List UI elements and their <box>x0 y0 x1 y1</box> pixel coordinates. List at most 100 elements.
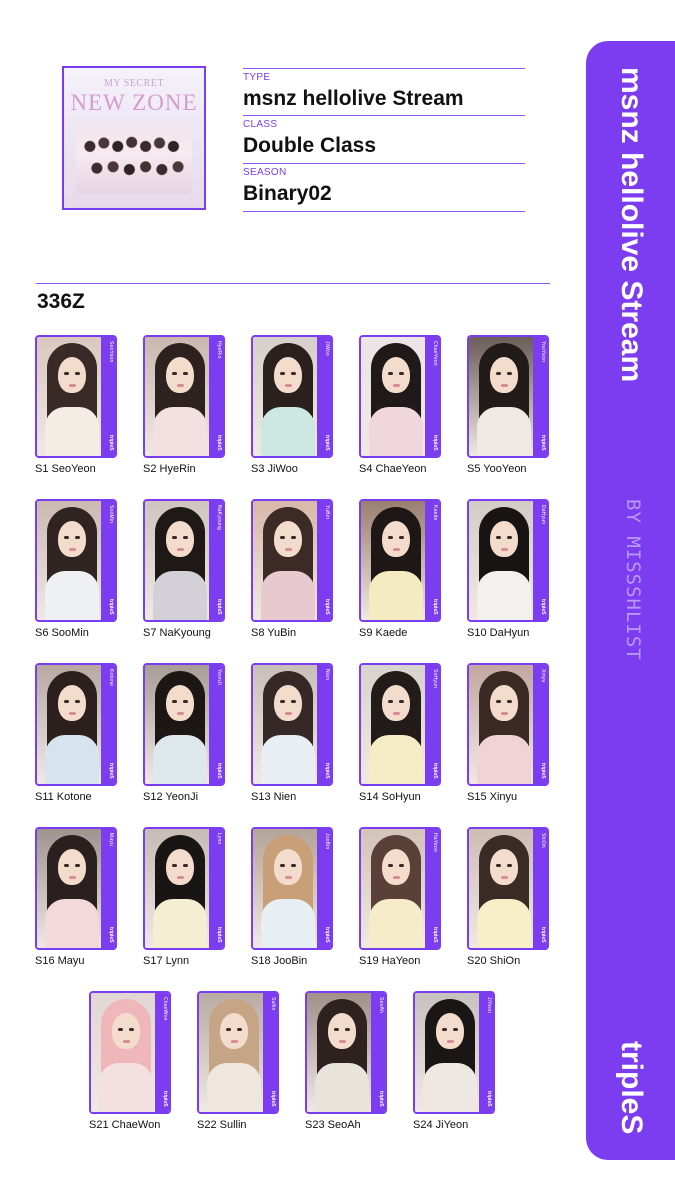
photocard: JiYeon tripleS S24 JiYeon <box>413 991 495 1132</box>
side-panel-title: msnz hellolive Stream <box>615 67 648 383</box>
photocard: ChaeWon tripleS S21 ChaeWon <box>89 991 171 1132</box>
photocard-strip-name: JooBin <box>324 833 330 850</box>
photocard-caption: S1 SeoYeon <box>35 463 96 475</box>
photo-outfit <box>423 1063 477 1112</box>
photocard-photo <box>361 829 425 948</box>
photocard-strip-name: ShiOn <box>540 833 546 848</box>
photo-eye <box>388 372 393 375</box>
photocard-frame: YooYeon tripleS <box>467 335 549 458</box>
photo-face <box>220 1013 248 1049</box>
photocard-frame: Xinyu tripleS <box>467 663 549 786</box>
photocard-photo <box>361 665 425 784</box>
season-label: SEASON <box>243 167 287 178</box>
photo-eye <box>64 864 69 867</box>
photo-eye <box>291 864 296 867</box>
photo-eye <box>75 864 80 867</box>
divider <box>243 163 525 164</box>
photo-eye <box>183 700 188 703</box>
photo-eye <box>280 700 285 703</box>
photocard: JiWoo tripleS S3 JiWoo <box>251 335 333 476</box>
photo-lip <box>501 712 508 715</box>
photocard-caption: S23 SeoAh <box>305 1119 361 1131</box>
photocard-strip-brand: tripleS <box>162 1091 168 1107</box>
photo-lip <box>393 876 400 879</box>
photo-eye <box>280 536 285 539</box>
photocard-caption: S18 JooBin <box>251 955 308 967</box>
photocard-caption: S2 HyeRin <box>143 463 196 475</box>
photo-outfit <box>207 1063 261 1112</box>
photo-lip <box>69 876 76 879</box>
photo-eye <box>345 1028 350 1031</box>
photocard-strip-brand: tripleS <box>540 763 546 779</box>
photocard-frame: DaHyun tripleS <box>467 499 549 622</box>
photocard-caption: S12 YeonJi <box>143 791 199 803</box>
photo-face <box>436 1013 464 1049</box>
photocard-strip: DaHyun tripleS <box>533 501 547 620</box>
photocard: Kotone tripleS S11 Kotone <box>35 663 117 804</box>
photocard-photo <box>253 665 317 784</box>
photo-eye <box>183 864 188 867</box>
photocard-caption: S10 DaHyun <box>467 627 530 639</box>
photocard-strip-name: Sullin <box>270 997 276 1011</box>
photocard-caption: S15 Xinyu <box>467 791 518 803</box>
photocard: NaKyoung tripleS S7 NaKyoung <box>143 499 225 640</box>
photocard-caption: S7 NaKyoung <box>143 627 211 639</box>
photo-eye <box>388 700 393 703</box>
photocard-photo <box>37 829 101 948</box>
photocard-strip-name: ChaeWon <box>162 997 168 1021</box>
photocard: HaYeon tripleS S19 HaYeon <box>359 827 441 968</box>
album-cover: MY SECRET NEW ZONE <box>62 66 206 210</box>
photocard-frame: JiWoo tripleS <box>251 335 333 458</box>
photocard-strip-brand: tripleS <box>540 599 546 615</box>
photocard-photo <box>91 993 155 1112</box>
photocard-strip-brand: tripleS <box>432 927 438 943</box>
photocard-photo <box>469 337 533 456</box>
photocard-strip-brand: tripleS <box>108 435 114 451</box>
meta-class: CLASS Double Class <box>243 115 525 159</box>
photo-outfit <box>261 735 315 784</box>
photocard-strip-brand: tripleS <box>540 435 546 451</box>
photocard-strip-brand: tripleS <box>216 435 222 451</box>
photo-outfit <box>153 571 207 620</box>
photo-lip <box>123 1040 130 1043</box>
class-value: Double Class <box>243 134 377 157</box>
photo-eye <box>64 372 69 375</box>
photo-outfit <box>99 1063 153 1112</box>
photo-eye <box>118 1028 123 1031</box>
photocard-strip: Xinyu tripleS <box>533 665 547 784</box>
photocard-photo <box>145 665 209 784</box>
photocard-strip-brand: tripleS <box>216 763 222 779</box>
photo-eye <box>172 372 177 375</box>
photocard-strip: JiYeon tripleS <box>479 993 493 1112</box>
photocard: Kaede tripleS S9 Kaede <box>359 499 441 640</box>
photo-face <box>490 685 518 721</box>
album-cover-group-photo <box>76 126 192 194</box>
photocard-strip-name: Kaede <box>432 505 438 521</box>
photocard-strip-name: YooYeon <box>540 341 546 363</box>
photo-face <box>274 685 302 721</box>
photo-outfit <box>477 899 531 948</box>
photocard-photo <box>37 501 101 620</box>
photocard-caption: S17 Lynn <box>143 955 190 967</box>
photocard-frame: YuBin tripleS <box>251 499 333 622</box>
photocard-photo <box>145 337 209 456</box>
photocard-strip-brand: tripleS <box>432 763 438 779</box>
photocard: DaHyun tripleS S10 DaHyun <box>467 499 549 640</box>
photo-face <box>382 357 410 393</box>
photo-eye <box>496 372 501 375</box>
photocard-caption: S4 ChaeYeon <box>359 463 427 475</box>
photocard-strip-brand: tripleS <box>216 599 222 615</box>
photocard-frame: NaKyoung tripleS <box>143 499 225 622</box>
photo-lip <box>177 548 184 551</box>
photo-lip <box>285 876 292 879</box>
photocard-frame: Mayu tripleS <box>35 827 117 950</box>
photocard-caption: S19 HaYeon <box>359 955 421 967</box>
divider <box>243 115 525 116</box>
photo-eye <box>291 700 296 703</box>
photo-face <box>490 849 518 885</box>
photocard-strip-brand: tripleS <box>324 435 330 451</box>
photo-lip <box>231 1040 238 1043</box>
photocard-photo <box>253 829 317 948</box>
photocard-frame: JooBin tripleS <box>251 827 333 950</box>
meta-type: TYPE msnz hellolive Stream <box>243 68 525 112</box>
